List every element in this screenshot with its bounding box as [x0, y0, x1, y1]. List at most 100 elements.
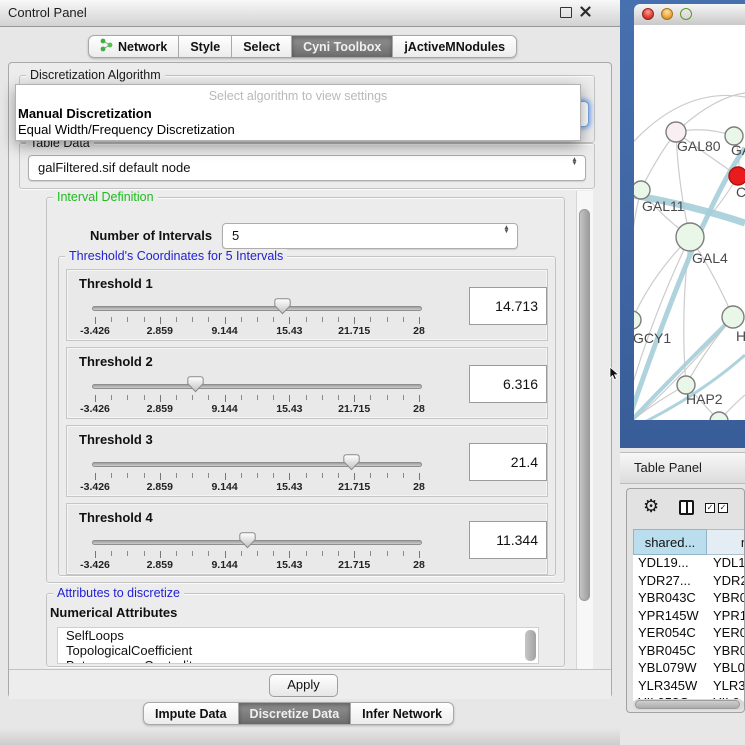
attribute-item[interactable]: TopologicalCoefficient	[58, 643, 538, 658]
threshold-label: Threshold 3	[79, 432, 153, 447]
slider-thumb[interactable]	[239, 532, 256, 549]
bottom-tab-bar: Impute Data Discretize Data Infer Networ…	[143, 702, 454, 725]
slider-tick	[144, 551, 145, 556]
numerical-attributes-label: Numerical Attributes	[50, 605, 177, 620]
slider-tick	[225, 395, 226, 402]
slider-tick-label: 15.43	[276, 481, 302, 493]
slider-track[interactable]	[92, 306, 422, 311]
network-node-GAL4[interactable]	[676, 223, 704, 251]
slider-thumb[interactable]	[343, 454, 360, 471]
apply-row: Apply	[9, 669, 611, 699]
vertical-scrollbar-thumb[interactable]	[579, 209, 590, 601]
network-window-titlebar	[634, 4, 745, 26]
dropdown-option-manual[interactable]: Manual Discretization	[18, 106, 152, 121]
attributes-list-scrollbar[interactable]	[525, 630, 536, 661]
close-icon[interactable]	[580, 6, 591, 17]
slider-tick	[95, 317, 96, 324]
network-node-H[interactable]	[722, 306, 744, 328]
slider-tick	[160, 551, 161, 558]
threshold-value-input[interactable]	[469, 443, 547, 481]
tab-discretize-data[interactable]: Discretize Data	[239, 702, 352, 725]
network-canvas[interactable]: GAL80GACGAL11GAL4GCY1HHAP2	[634, 25, 745, 420]
select-columns-icon[interactable]: ✓	[705, 503, 715, 513]
attribute-item[interactable]: BetweennessCentrality	[58, 658, 538, 664]
tab-select[interactable]: Select	[232, 35, 292, 58]
slider-track[interactable]	[92, 462, 422, 467]
slider-tick	[289, 551, 290, 558]
table-row[interactable]: YBL079W YBL0	[633, 660, 745, 678]
table-row[interactable]: YDL19... YDL1	[633, 555, 745, 573]
zoom-traffic-light-icon[interactable]	[680, 8, 692, 20]
horizontal-scrollbar[interactable]	[633, 699, 744, 710]
tab-impute-data[interactable]: Impute Data	[143, 702, 239, 725]
table-row[interactable]: YBR043C YBR0	[633, 590, 745, 608]
attribute-item[interactable]: SelfLoops	[58, 628, 538, 643]
network-node-red-node[interactable]	[729, 167, 745, 185]
slider-tick	[338, 551, 339, 556]
network-graph: GAL80GACGAL11GAL4GCY1HHAP2	[634, 25, 745, 420]
minimize-traffic-light-icon[interactable]	[661, 8, 673, 20]
threshold-value-input[interactable]	[469, 521, 547, 559]
table-row[interactable]: YLR345W YLR3	[633, 678, 745, 696]
close-traffic-light-icon[interactable]	[642, 8, 654, 20]
dropdown-option-equal-width[interactable]: Equal Width/Frequency Discretization	[18, 122, 235, 137]
slider-tick-label: 9.144	[211, 325, 237, 337]
select-columns-icon-2[interactable]: ✓	[718, 503, 728, 513]
apply-button[interactable]: Apply	[269, 674, 338, 697]
tab-style-label: Style	[190, 40, 220, 54]
column-header-shared-name[interactable]: shared...	[633, 529, 707, 555]
slider-tick-label: 2.859	[147, 325, 173, 337]
attributes-group-title: Attributes to discretize	[53, 586, 184, 601]
slider-track[interactable]	[92, 384, 422, 389]
threshold-value-input[interactable]	[469, 365, 547, 403]
table-row[interactable]: YDR27... YDR2	[633, 573, 745, 591]
slider-tick	[95, 395, 96, 402]
tab-jactivemnodules[interactable]: jActiveMNodules	[393, 35, 517, 58]
numerical-attributes-list[interactable]: SelfLoopsTopologicalCoefficientBetweenne…	[57, 627, 539, 664]
cell-name: YER0	[707, 625, 745, 643]
network-edge[interactable]	[686, 317, 733, 385]
slider-tick	[289, 395, 290, 402]
threshold-label: Threshold 1	[79, 276, 153, 291]
table-row[interactable]: YBR045C YBR0	[633, 643, 745, 661]
slider-thumb[interactable]	[274, 298, 291, 315]
float-window-icon[interactable]	[560, 7, 572, 18]
network-edge[interactable]	[634, 190, 641, 320]
table-data-combobox[interactable]: galFiltered.sif default node ▲▼	[28, 155, 586, 181]
slider-tick	[127, 473, 128, 478]
thresholds-group-title: Threshold's Coordinates for 5 Intervals	[65, 249, 287, 264]
slider-tick-label: 28	[413, 559, 425, 571]
combo-arrows-icon: ▲▼	[502, 226, 511, 234]
table-row[interactable]: YER054C YER0	[633, 625, 745, 643]
threshold-value-input[interactable]	[469, 287, 547, 325]
tab-style[interactable]: Style	[179, 35, 232, 58]
cell-shared-name: YDL19...	[633, 555, 707, 573]
slider-tick	[241, 551, 242, 556]
network-node-GAL11[interactable]	[634, 181, 650, 199]
network-node-GCY1[interactable]	[634, 311, 641, 329]
tab-cyni-toolbox[interactable]: Cyni Toolbox	[292, 35, 393, 58]
horizontal-scrollbar-thumb[interactable]	[635, 700, 740, 709]
threshold-label: Threshold 2	[79, 354, 153, 369]
column-layout-icon[interactable]	[679, 500, 694, 515]
tab-infer-network[interactable]: Infer Network	[351, 702, 454, 725]
vertical-scrollbar[interactable]	[576, 191, 593, 669]
slider-tick	[273, 473, 274, 478]
slider-tick	[306, 395, 307, 400]
column-header-name[interactable]: n	[707, 529, 745, 555]
threshold-panel: Threshold 1 -3.4262.8599.14415.4321.7152…	[66, 269, 548, 341]
slider-thumb[interactable]	[187, 376, 204, 393]
slider-track[interactable]	[92, 540, 422, 545]
gear-icon[interactable]: ⚙	[643, 496, 659, 517]
table-row[interactable]: YPR145W YPR1	[633, 608, 745, 626]
slider-tick	[241, 473, 242, 478]
threshold-panel: Threshold 2 -3.4262.8599.14415.4321.7152…	[66, 347, 548, 419]
tab-network[interactable]: Network	[88, 35, 179, 58]
tab-select-label: Select	[243, 40, 280, 54]
slider-tick	[403, 395, 404, 400]
cell-name: YBR0	[707, 590, 745, 608]
slider-tick-label: 15.43	[276, 325, 302, 337]
cyni-toolbox-panel: Discretization Algorithm Select algorith…	[8, 62, 612, 698]
number-of-intervals-combobox[interactable]: 5 ▲▼	[222, 223, 518, 249]
network-edge[interactable]	[676, 93, 745, 132]
